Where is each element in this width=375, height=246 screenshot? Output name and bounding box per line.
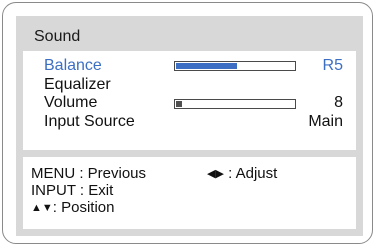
menu-item-balance[interactable]: Balance [44, 57, 102, 75]
adjust-hint: ◀▶ : Adjust [207, 165, 277, 184]
balance-slider[interactable] [174, 61, 296, 71]
adjust-hint-text: : Adjust [228, 165, 278, 182]
volume-slider[interactable] [174, 99, 296, 109]
menu-item-volume[interactable]: Volume [44, 94, 97, 112]
arrow-down-icon: ▼ [41, 202, 53, 214]
balance-value: R5 [322, 57, 343, 74]
input-source-value: Main [308, 113, 343, 130]
osd-frame: Sound Balance R5 Equalizer Volume 8 Inpu… [2, 2, 373, 244]
volume-slider-fill [176, 101, 182, 107]
balance-slider-fill [176, 63, 237, 69]
osd-panel: Sound Balance R5 Equalizer Volume 8 Inpu… [23, 23, 356, 229]
input-exit-hint: INPUT : Exit [31, 182, 114, 199]
osd-screen: Sound Balance R5 Equalizer Volume 8 Inpu… [16, 16, 363, 236]
panel-divider [23, 150, 356, 157]
menu-item-equalizer[interactable]: Equalizer [44, 76, 111, 94]
position-hint-text: : Position [52, 199, 115, 216]
menu-title: Sound [34, 28, 81, 45]
menu-previous-hint: MENU : Previous [31, 165, 147, 182]
arrow-up-icon: ▲ [31, 202, 42, 214]
arrow-right-icon: ▶ [215, 168, 224, 180]
position-hint: ▲▼: Position [31, 199, 114, 218]
volume-value: 8 [334, 94, 343, 111]
menu-item-input-source[interactable]: Input Source [44, 113, 135, 131]
title-bar: Sound [23, 23, 356, 51]
